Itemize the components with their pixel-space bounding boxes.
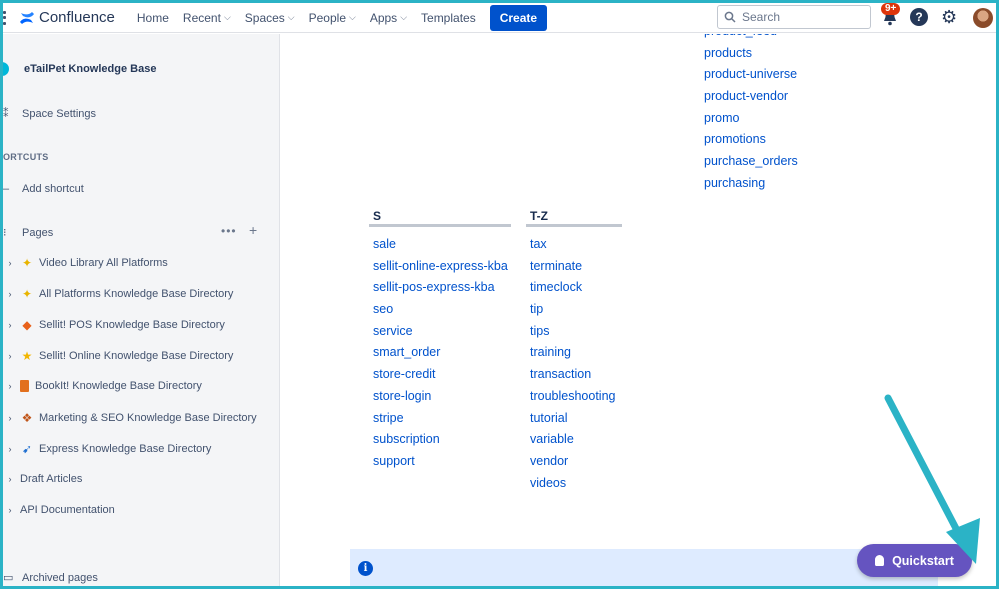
annotation-arrow xyxy=(884,394,980,564)
